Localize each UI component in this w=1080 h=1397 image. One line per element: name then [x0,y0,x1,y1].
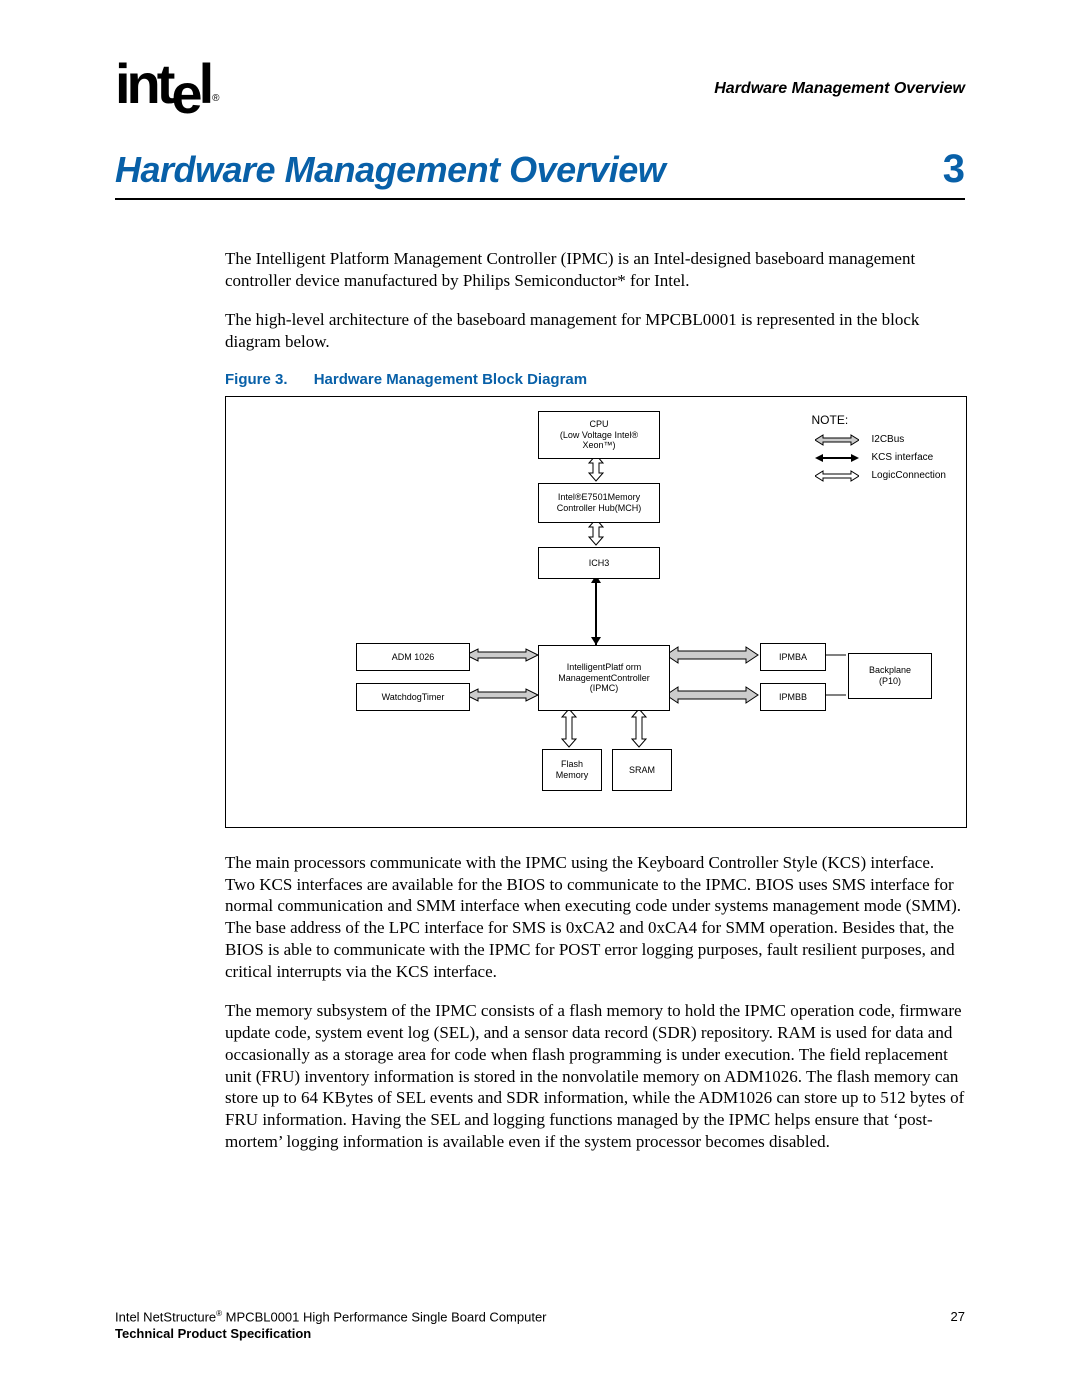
footer-line1b: MPCBL0001 High Performance Single Board … [222,1309,546,1324]
figure-number: Figure 3. [225,371,288,388]
flash-box: Flash Memory [542,749,602,791]
ich-label: ICH3 [589,558,610,568]
ich-box: ICH3 [538,547,660,579]
cpu-box: CPU (Low Voltage Intel® Xeon™) [538,411,660,459]
legend-note: NOTE: [812,413,947,427]
ipmbb-label: IPMBB [779,692,807,702]
legend-kcs: KCS interface [872,452,934,463]
page-number: 27 [951,1309,965,1343]
running-head: Hardware Management Overview [714,80,965,98]
legend-i2c: I2CBus [872,434,905,445]
ipmba-box: IPMBA [760,643,826,671]
footer-line1a: Intel NetStructure [115,1309,216,1324]
intro-paragraph-1: The Intelligent Platform Management Cont… [225,248,965,292]
block-diagram: CPU (Low Voltage Intel® Xeon™) Intel®E75… [225,396,967,828]
backplane-label: Backplane (P10) [869,665,911,686]
page-footer: Intel NetStructure® MPCBL0001 High Perfo… [115,1309,965,1343]
body-paragraph-4: The memory subsystem of the IPMC consist… [225,1000,965,1152]
mch-box: Intel®E7501Memory Controller Hub(MCH) [538,483,660,523]
sram-label: SRAM [629,765,655,775]
body-paragraph-3: The main processors communicate with the… [225,852,965,983]
ipmba-label: IPMBA [779,652,807,662]
chapter-title: Hardware Management Overview [115,149,665,191]
mch-label: Intel®E7501Memory Controller Hub(MCH) [557,492,642,513]
footer-line2: Technical Product Specification [115,1326,311,1341]
chapter-heading: Hardware Management Overview 3 [115,147,965,200]
adm-label: ADM 1026 [392,652,435,662]
wdt-box: WatchdogTimer [356,683,470,711]
legend-logic: LogicConnection [872,470,947,481]
adm-box: ADM 1026 [356,643,470,671]
diagram-legend: NOTE: I2CBus KCS interface [812,413,947,487]
cpu-label: CPU (Low Voltage Intel® Xeon™) [560,419,638,450]
ipmc-box: IntelligentPlatf orm ManagementControlle… [538,645,670,711]
chapter-number: 3 [943,147,965,192]
figure-title: Hardware Management Block Diagram [314,371,587,388]
sram-box: SRAM [612,749,672,791]
intro-paragraph-2: The high-level architecture of the baseb… [225,309,965,353]
figure-caption: Figure 3. Hardware Management Block Diag… [225,371,965,388]
ipmbb-box: IPMBB [760,683,826,711]
wdt-label: WatchdogTimer [382,692,445,702]
backplane-box: Backplane (P10) [848,653,932,699]
flash-label: Flash Memory [556,759,589,780]
ipmc-label: IntelligentPlatf orm ManagementControlle… [558,662,650,693]
